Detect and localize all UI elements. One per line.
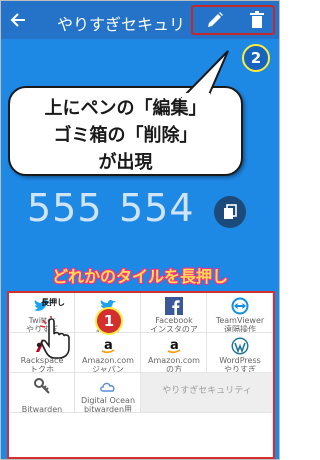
arrow-back-icon[interactable] — [7, 9, 29, 31]
tile-amazon-jp[interactable]: a Amazon.com ジャパン — [75, 333, 141, 373]
callout-line-2: ゴミ箱の「削除」 — [53, 125, 198, 146]
grid-empty-row — [9, 413, 273, 457]
otp-code-part-2: 554 — [119, 186, 195, 230]
tile-label-1: WordPress — [219, 356, 261, 365]
amazon-icon: a — [99, 337, 117, 355]
key-icon — [33, 377, 51, 395]
tile-label-1: Amazon.com — [148, 356, 200, 365]
callout-line-3: が出現 — [98, 152, 153, 173]
wordpress-icon — [231, 337, 249, 355]
tile-label-2: トクホ — [30, 365, 54, 373]
tile-label-2: やりすぎ — [224, 365, 256, 373]
copy-icon — [224, 204, 237, 219]
tile-label-2: bitwarden用 — [83, 405, 133, 413]
pencil-icon[interactable] — [205, 10, 225, 30]
tile-label-2: 遠隔操作 — [224, 325, 256, 333]
instruction-text: どれかのタイルを長押し — [51, 267, 228, 286]
tile-label-2: ジャパン — [92, 365, 124, 373]
tile-teamviewer[interactable]: TeamViewer 遠隔操作 — [207, 293, 273, 333]
longpress-label: 長押し — [41, 298, 65, 307]
tile-label-2: Bitwarden — [21, 405, 63, 413]
tile-amazon-com[interactable]: a Amazon.com の方 — [141, 333, 207, 373]
copy-button[interactable] — [214, 196, 246, 228]
callout-bubble: 上にペンの「編集」 ゴミ箱の「削除」 が出現 — [8, 50, 243, 176]
hand-pointer-icon — [39, 316, 70, 359]
tile-label-2: の方 — [166, 365, 182, 373]
tile-label-1: やりすぎセキュリティ — [162, 386, 252, 396]
app-screen: やりすぎセキュリ 2 上にペンの「編集」 ゴミ箱の「削除」 が出現 555 55… — [0, 0, 280, 460]
tile-label-1: Facebook — [155, 316, 193, 325]
cloud-icon — [99, 377, 117, 395]
facebook-icon — [164, 297, 183, 315]
step-2-badge: 2 — [242, 44, 270, 72]
tile-label-1: TeamViewer — [215, 316, 265, 325]
amazon-icon: a — [165, 337, 183, 355]
tile-label-1: Amazon.com — [82, 356, 134, 365]
trash-icon[interactable] — [247, 10, 267, 30]
teamviewer-icon — [231, 297, 249, 315]
tile-digitalocean[interactable]: Digital Ocean bitwarden用 — [75, 373, 141, 413]
app-title: やりすぎセキュリ — [57, 15, 186, 34]
app-bar: やりすぎセキュリ — [1, 1, 279, 39]
tile-bitwarden[interactable]: Bitwarden — [9, 373, 75, 413]
tile-selected[interactable]: やりすぎセキュリティ — [141, 373, 273, 413]
step-1-badge: 1 — [95, 307, 123, 335]
tile-label-1: Digital Ocean — [80, 396, 136, 405]
tile-label-2: インスタのア — [150, 325, 198, 333]
tile-facebook[interactable]: Facebook インスタのア — [141, 293, 207, 333]
callout-line-1: 上にペンの「編集」 — [44, 98, 207, 119]
tile-wordpress[interactable]: WordPress やりすぎ — [207, 333, 273, 373]
otp-code-part-1: 555 — [27, 186, 103, 230]
